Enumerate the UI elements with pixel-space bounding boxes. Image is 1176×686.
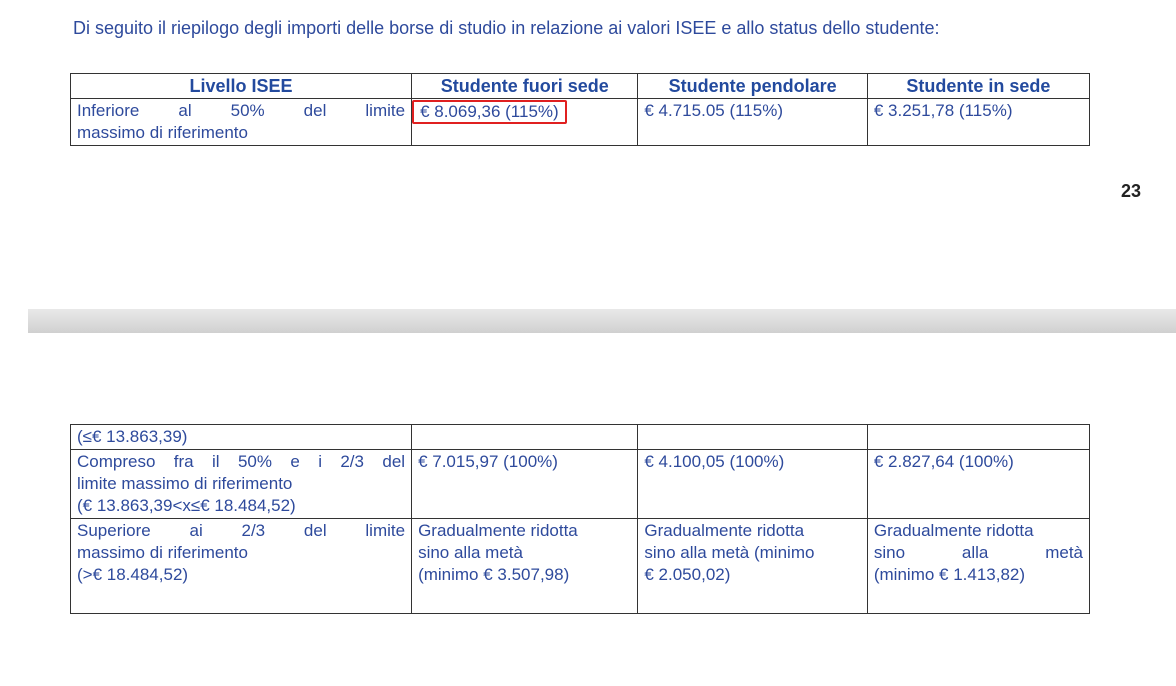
isee-level-line: Inferiore al 50% del limite	[77, 101, 406, 120]
cell-line: sino alla metà	[418, 543, 523, 562]
highlighted-amount: € 8.069,36 (115%)	[412, 100, 567, 124]
pendolare-cell: € 4.715.05 (115%)	[637, 98, 868, 146]
table-header-row: Livello ISEE Studente fuori sede Student…	[69, 73, 1091, 99]
fuori-sede-cell: € 8.069,36 (115%)	[411, 98, 639, 146]
table-row: Inferiore al 50% del limite massimo di r…	[69, 98, 1091, 146]
in-sede-cell: € 3.251,78 (115%)	[866, 98, 1091, 146]
isee-level-cell: Inferiore al 50% del limite massimo di r…	[69, 98, 413, 146]
isee-level-line: massimo di riferimento	[77, 543, 248, 562]
table-row: Superiore ai 2/3 del limite massimo di r…	[69, 518, 1091, 614]
page-separator	[28, 309, 1176, 333]
header-in-sede: Studente in sede	[866, 73, 1091, 99]
header-fuori-sede: Studente fuori sede	[411, 73, 639, 99]
pendolare-cell: € 4.100,05 (100%)	[637, 449, 868, 519]
cell-line: (minimo € 1.413,82)	[873, 565, 1026, 584]
page-number: 23	[1121, 181, 1142, 201]
table-row: Compreso fra il 50% e i 2/3 del limite m…	[69, 449, 1091, 519]
cell-line: sino alla metà	[873, 543, 1083, 562]
cell-line: Gradualmente ridotta	[418, 521, 578, 540]
in-sede-cell	[866, 424, 1091, 450]
pendolare-cell	[637, 424, 868, 450]
isee-level-line: massimo di riferimento	[77, 123, 248, 142]
isee-level-line: (>€ 18.484,52)	[77, 565, 189, 584]
isee-level-cell: Compreso fra il 50% e i 2/3 del limite m…	[69, 449, 413, 519]
fuori-sede-cell: € 7.015,97 (100%)	[411, 449, 639, 519]
isee-level-cell: Superiore ai 2/3 del limite massimo di r…	[69, 518, 413, 614]
isee-level-cell: (≤€ 13.863,39)	[69, 424, 413, 450]
scholarship-table-page-2: (≤€ 13.863,39) Compreso fra il 50% e i 2…	[69, 424, 1091, 614]
isee-level-line: Superiore ai 2/3 del limite	[77, 521, 406, 540]
cell-line: Gradualmente ridotta	[873, 521, 1034, 540]
fuori-sede-cell	[411, 424, 639, 450]
header-pendolare: Studente pendolare	[637, 73, 868, 99]
cell-line: sino alla metà (minimo	[644, 543, 815, 562]
cell-line: (minimo € 3.507,98)	[418, 565, 570, 584]
in-sede-cell: € 2.827,64 (100%)	[866, 449, 1091, 519]
in-sede-cell: Gradualmente ridotta sino alla metà (min…	[866, 518, 1091, 614]
scholarship-table-page-1: Livello ISEE Studente fuori sede Student…	[69, 73, 1091, 146]
table-row: (≤€ 13.863,39)	[69, 424, 1091, 450]
fuori-sede-cell: Gradualmente ridotta sino alla metà (min…	[411, 518, 639, 614]
cell-line: € 2.050,02)	[644, 565, 731, 584]
pendolare-cell: Gradualmente ridotta sino alla metà (min…	[637, 518, 868, 614]
intro-text: Di seguito il riepilogo degli importi de…	[73, 18, 940, 38]
isee-level-line: (€ 13.863,39<x≤€ 18.484,52)	[77, 496, 296, 515]
isee-level-line: Compreso fra il 50% e i 2/3 del	[77, 452, 406, 471]
isee-level-line: limite massimo di riferimento	[77, 474, 293, 493]
cell-line: Gradualmente ridotta	[644, 521, 805, 540]
header-livello-isee: Livello ISEE	[69, 73, 413, 99]
